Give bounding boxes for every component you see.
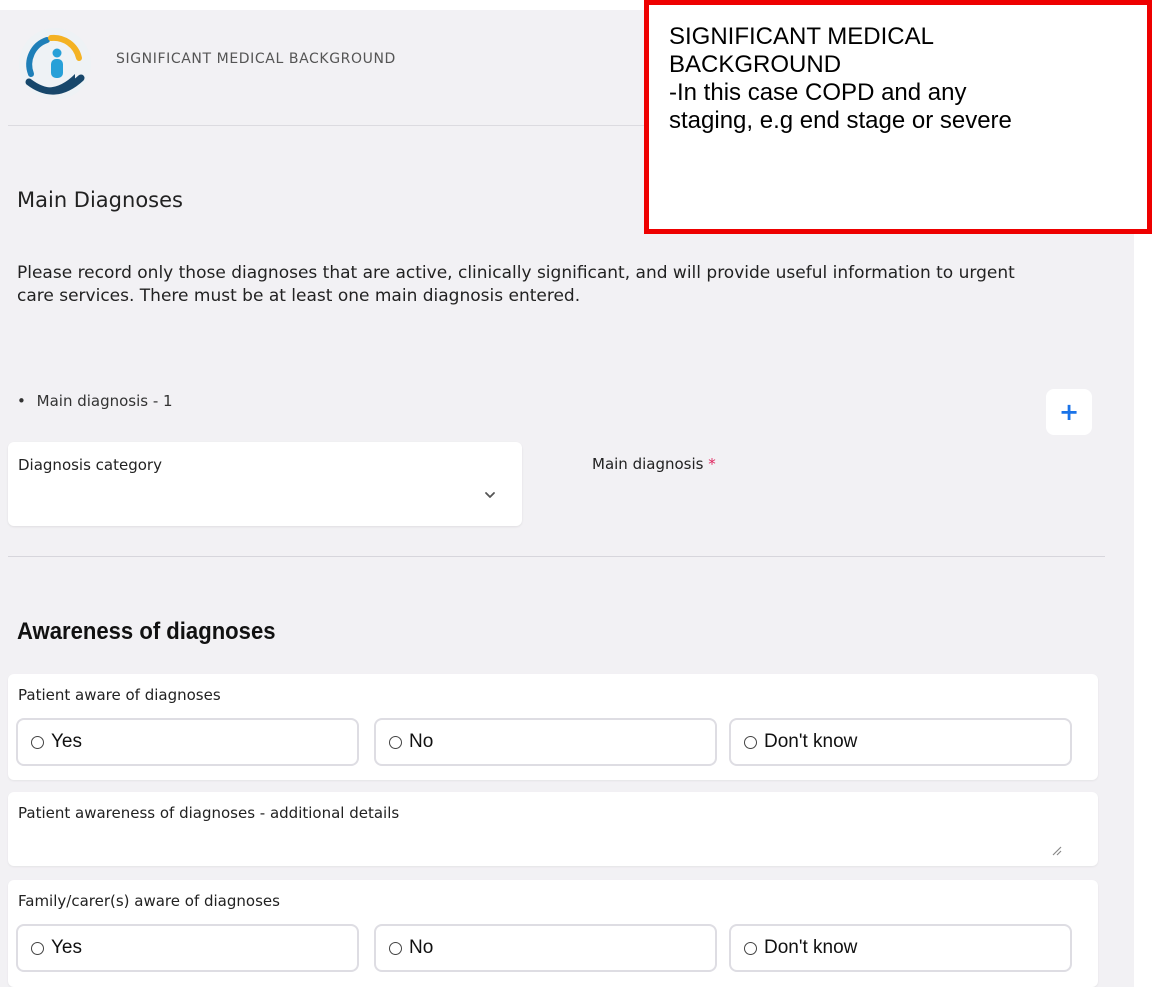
awareness-title: Awareness of diagnoses — [17, 618, 276, 645]
section-divider — [8, 556, 1105, 557]
radio-icon[interactable] — [31, 941, 44, 955]
family-aware-yes-option[interactable]: Yes — [16, 924, 359, 972]
patient-aware-dont-know-option[interactable]: Don't know — [729, 718, 1072, 766]
patient-aware-yes-option[interactable]: Yes — [16, 718, 359, 766]
patient-awareness-details-label: Patient awareness of diagnoses - additio… — [18, 804, 400, 822]
family-aware-label: Family/carer(s) aware of diagnoses — [18, 892, 280, 910]
resize-handle-icon[interactable] — [1050, 844, 1062, 856]
option-label: Don't know — [764, 731, 858, 752]
family-aware-card: Family/carer(s) aware of diagnoses Yes N… — [8, 880, 1098, 987]
family-aware-no-option[interactable]: No — [374, 924, 717, 972]
main-diagnosis-field-label: Main diagnosis * — [592, 455, 716, 473]
family-aware-dont-know-option[interactable]: Don't know — [729, 924, 1072, 972]
main-diagnosis-item-label: Main diagnosis - 1 — [36, 392, 173, 410]
diagnosis-category-select[interactable]: Diagnosis category — [8, 442, 522, 526]
required-marker: * — [708, 455, 716, 473]
plus-icon: + — [1058, 398, 1080, 426]
option-label: Don't know — [764, 937, 858, 958]
patient-aware-card: Patient aware of diagnoses Yes No Don't … — [8, 674, 1098, 780]
radio-icon[interactable] — [744, 735, 757, 749]
main-diagnosis-label-text: Main diagnosis — [592, 455, 704, 473]
add-diagnosis-button[interactable]: + — [1046, 389, 1092, 435]
annotation-callout: SIGNIFICANT MEDICAL BACKGROUND -In this … — [644, 0, 1152, 234]
main-diagnosis-item-heading: • Main diagnosis - 1 — [17, 392, 173, 410]
patient-awareness-details-field[interactable]: Patient awareness of diagnoses - additio… — [8, 792, 1098, 866]
option-label: Yes — [51, 731, 82, 752]
main-diagnoses-title: Main Diagnoses — [17, 188, 183, 212]
radio-icon[interactable] — [389, 735, 402, 749]
option-label: No — [409, 937, 434, 958]
patient-aware-no-option[interactable]: No — [374, 718, 717, 766]
radio-icon[interactable] — [31, 735, 44, 749]
chevron-down-icon[interactable] — [482, 488, 498, 502]
option-label: Yes — [51, 937, 82, 958]
option-label: No — [409, 731, 434, 752]
radio-icon[interactable] — [744, 941, 757, 955]
page-header-title: SIGNIFICANT MEDICAL BACKGROUND — [116, 51, 396, 67]
diagnosis-category-label: Diagnosis category — [18, 456, 162, 474]
main-diagnoses-intro: Please record only those diagnoses that … — [17, 263, 1015, 306]
radio-icon[interactable] — [389, 941, 402, 955]
patient-aware-label: Patient aware of diagnoses — [18, 686, 221, 704]
bullet-icon: • — [17, 392, 26, 410]
annotation-text: SIGNIFICANT MEDICAL BACKGROUND -In this … — [669, 23, 1012, 134]
logo-icon — [19, 28, 91, 100]
